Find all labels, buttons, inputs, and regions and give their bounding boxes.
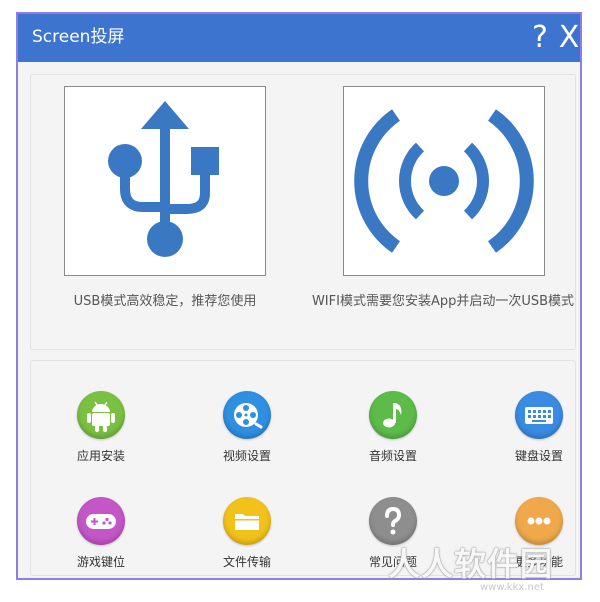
title-bar: Screen投屏 ? X [18, 14, 580, 62]
usb-icon [108, 101, 219, 257]
gamepad-icon [77, 497, 125, 545]
usb-mode-button[interactable] [64, 86, 266, 276]
connection-mode-panel: USB模式高效稳定，推荐您使用 WIFI模式需要您安装App并启动一次USB模式 [30, 74, 576, 350]
question-icon [369, 497, 417, 545]
tool-label: 常见问题 [368, 555, 417, 569]
screen-cast-window: Screen投屏 ? X USB模式高效稳定，推荐您使用 WIFI模式需要您安装… [16, 12, 582, 580]
tool-label: 音频设置 [368, 449, 417, 463]
tool-label: 视频设置 [222, 449, 271, 463]
tool-audio-settings[interactable]: 音频设置 [343, 391, 443, 471]
usb-mode-caption: USB模式高效稳定，推荐您使用 [73, 294, 257, 309]
wifi-signal-icon [354, 109, 534, 253]
wifi-mode-button[interactable] [343, 86, 545, 276]
window-title: Screen投屏 [32, 27, 125, 47]
tool-file-transfer[interactable]: 文件传输 [197, 497, 297, 577]
tool-keyboard-settings[interactable]: 键盘设置 [489, 391, 580, 471]
tool-label: 游戏键位 [76, 555, 125, 569]
tool-video-settings[interactable]: 视频设置 [197, 391, 297, 471]
tool-game-keys[interactable]: 游戏键位 [51, 497, 151, 577]
tool-label: 应用安装 [76, 449, 125, 463]
keyboard-icon [515, 391, 563, 439]
android-icon [77, 391, 125, 439]
tool-app-install[interactable]: 应用安装 [51, 391, 151, 471]
wifi-mode-caption: WIFI模式需要您安装App并启动一次USB模式 [311, 294, 575, 309]
tool-label: 键盘设置 [514, 449, 563, 463]
close-button[interactable]: X [556, 20, 580, 56]
tool-more[interactable]: 更多功能 [489, 497, 580, 577]
music-note-icon [369, 391, 417, 439]
tool-label: 更多功能 [514, 555, 563, 569]
help-button[interactable]: ? [528, 20, 552, 56]
tool-faq[interactable]: 常见问题 [343, 497, 443, 577]
tool-label: 文件传输 [222, 555, 271, 569]
tools-panel: 应用安装 视频设置 音频设置 键盘设置 游戏键位 文件传输 常见问题 更多功能 [30, 360, 576, 576]
film-reel-icon [223, 391, 271, 439]
folder-icon [223, 497, 271, 545]
more-dots-icon [515, 497, 563, 545]
watermark-url: www.kkx.net [480, 582, 544, 593]
